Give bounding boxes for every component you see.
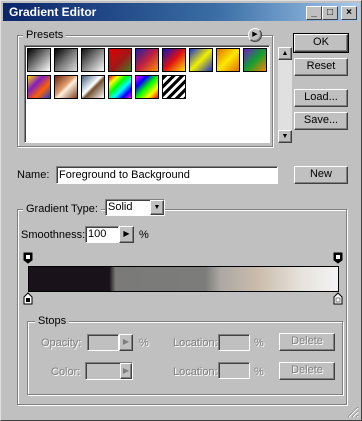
preset-swatch-transparent-rainbow[interactable] — [135, 75, 159, 99]
smoothness-slider-icon[interactable]: ▶ — [119, 226, 134, 243]
smoothness-label: Smoothness: — [21, 229, 86, 241]
opacity-location-input[interactable] — [218, 334, 250, 351]
gradient-type-label: Gradient Type: — [23, 203, 101, 215]
preset-swatch-chrome[interactable] — [81, 75, 105, 99]
opacity-label: Opacity: — [41, 337, 82, 349]
presets-list: ▲ ▼ — [24, 45, 292, 143]
opacity-delete-button[interactable]: Delete — [279, 333, 335, 351]
opacity-stop-right-icon[interactable] — [333, 252, 343, 264]
color-stop-left-icon[interactable] — [23, 292, 33, 305]
preset-swatch-transparent-stripes[interactable] — [162, 75, 186, 99]
presets-label: Presets — [23, 29, 67, 41]
scroll-up-icon[interactable]: ▲ — [278, 47, 292, 60]
preset-swatch-copper[interactable] — [54, 75, 78, 99]
opacity-input[interactable] — [87, 334, 119, 351]
stops-label: Stops — [35, 315, 70, 327]
window-title: Gradient Editor — [9, 5, 97, 19]
smoothness-input[interactable]: 100 — [85, 226, 119, 243]
preset-swatch-yellow-violet-orange-blue[interactable] — [27, 75, 51, 99]
title-bar[interactable]: Gradient Editor _ □ × — [3, 3, 360, 21]
gradient-type-value: Solid — [108, 201, 133, 213]
load-button[interactable]: Load... — [294, 89, 348, 107]
preset-swatch-blue-yellow-blue[interactable] — [189, 48, 213, 72]
opacity-location-unit: % — [254, 337, 264, 349]
color-location-label: Location: — [173, 366, 218, 378]
opacity-location-label: Location: — [173, 337, 218, 349]
color-menu-icon[interactable]: ▶ — [120, 363, 132, 379]
reset-button[interactable]: Reset — [294, 58, 348, 76]
preset-swatch-red-green[interactable] — [108, 48, 132, 72]
color-location-input[interactable] — [218, 362, 250, 379]
opacity-slider-icon[interactable]: ▶ — [119, 334, 133, 351]
scroll-down-icon[interactable]: ▼ — [278, 130, 292, 143]
close-button[interactable]: × — [341, 6, 357, 20]
chevron-down-icon[interactable]: ▼ — [150, 200, 164, 215]
minimize-button[interactable]: _ — [306, 6, 322, 20]
new-button[interactable]: New — [294, 166, 348, 184]
color-location-unit: % — [254, 366, 264, 378]
color-label: Color: — [51, 366, 81, 378]
opacity-stop-left-icon[interactable] — [23, 252, 33, 264]
name-input[interactable]: Foreground to Background — [56, 166, 278, 184]
color-swatch[interactable]: ▶ — [85, 362, 133, 380]
color-delete-button[interactable]: Delete — [279, 362, 335, 380]
maximize-button[interactable]: □ — [322, 6, 338, 20]
preset-swatch-spectrum[interactable] — [108, 75, 132, 99]
preset-swatch-foreground-to-background[interactable] — [27, 48, 51, 72]
gradient-preview-bar[interactable] — [28, 266, 339, 292]
color-stop-right-icon[interactable] — [333, 292, 343, 305]
preset-swatch-violet-orange[interactable] — [135, 48, 159, 72]
opacity-unit: % — [139, 337, 149, 349]
preset-swatch-violet-green-orange[interactable] — [243, 48, 267, 72]
name-label: Name: — [17, 169, 50, 181]
presets-scrollbar[interactable]: ▲ ▼ — [278, 47, 292, 143]
gradient-type-select[interactable]: Solid ▼ — [105, 199, 165, 216]
preset-swatch-foreground-to-transparent[interactable] — [54, 48, 78, 72]
smoothness-unit: % — [139, 229, 149, 241]
resize-grip-icon[interactable] — [347, 406, 359, 418]
presets-menu-icon[interactable]: ▶ — [248, 28, 262, 42]
ok-button[interactable]: OK — [293, 33, 349, 53]
save-button[interactable]: Save... — [294, 112, 348, 130]
preset-swatch-blue-red-yellow[interactable] — [162, 48, 186, 72]
preset-swatch-orange-yellow-orange[interactable] — [216, 48, 240, 72]
preset-swatch-black-white[interactable] — [81, 48, 105, 72]
gradient-editor-window: Gradient Editor _ □ × Presets ▶ ▲ ▼ OK R… — [0, 0, 362, 421]
